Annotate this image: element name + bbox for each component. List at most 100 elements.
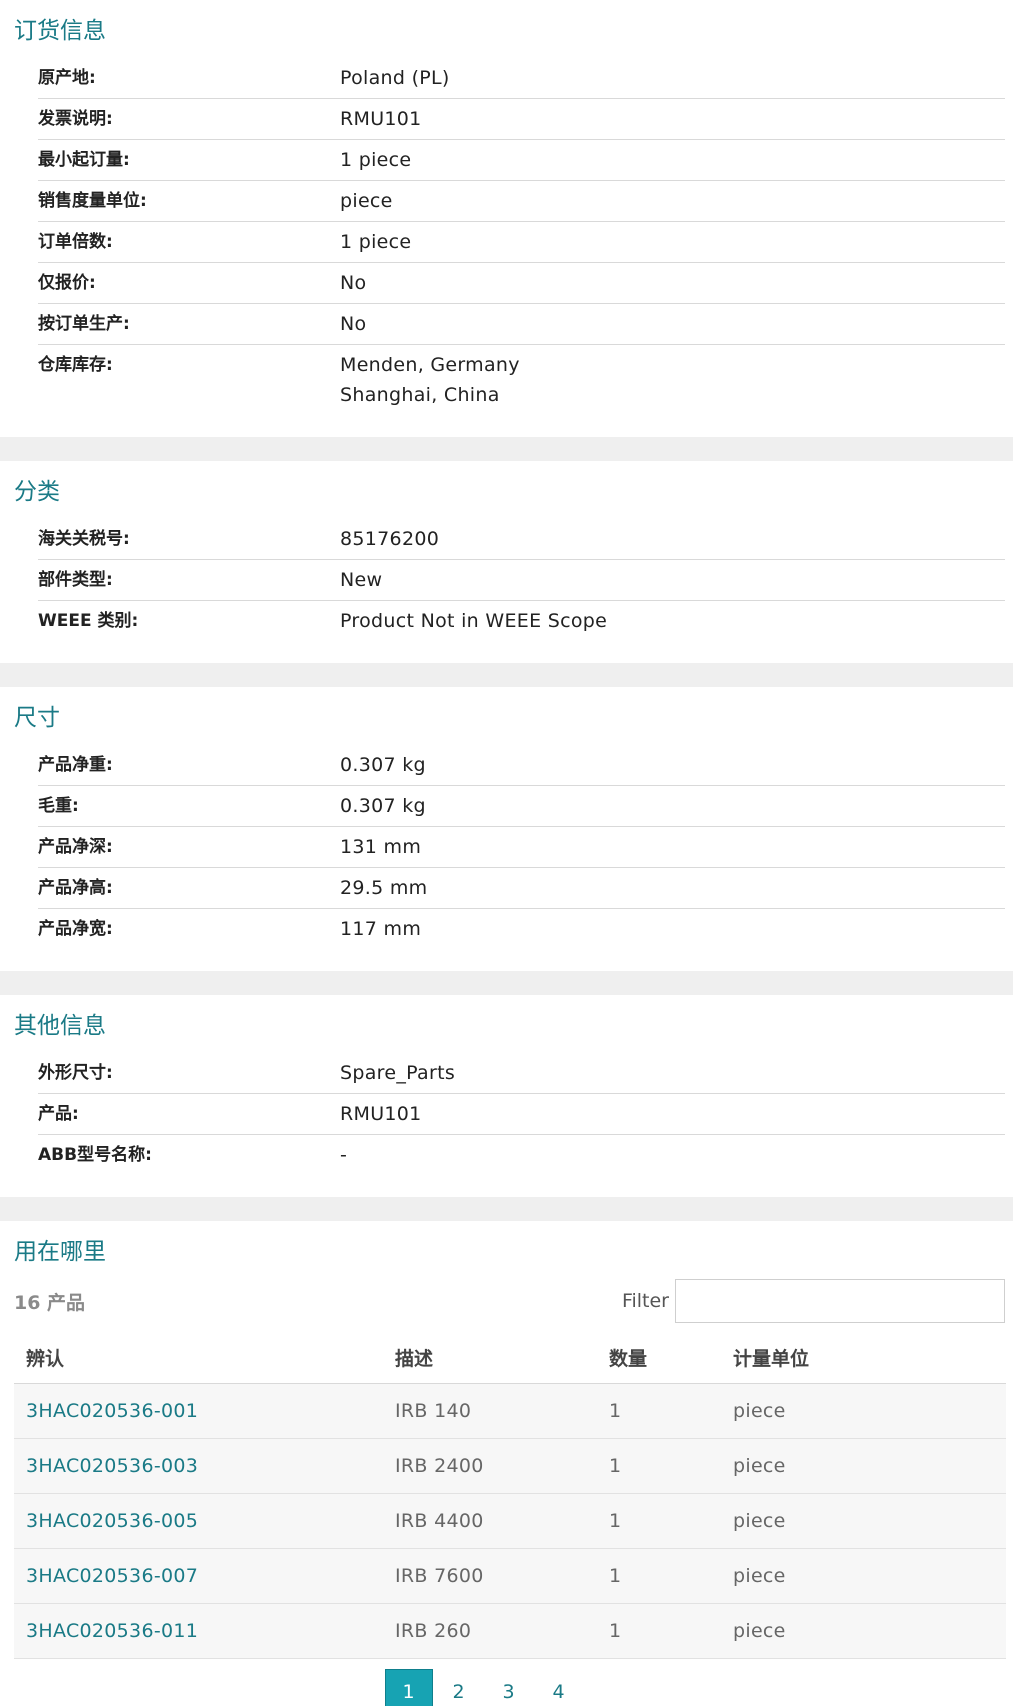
page-button-2[interactable]: 2 — [435, 1669, 483, 1706]
spec-value-line: Poland (PL) — [340, 67, 450, 89]
table-row: 3HAC020536-003 IRB 2400 1 piece — [14, 1438, 1006, 1494]
spec-value: New — [340, 568, 1005, 592]
spec-row: 产品净重: 0.307 kg — [38, 745, 1005, 786]
spec-value-line: RMU101 — [340, 108, 422, 130]
spec-label: 产品净宽: — [38, 919, 113, 939]
filter-label: Filter — [621, 1290, 669, 1312]
spec-value-line: Menden, Germany — [340, 354, 520, 376]
ordering-title: 订货信息 — [14, 18, 106, 44]
spec-value-line: - — [340, 1144, 348, 1166]
spec-row: 按订单生产: No — [38, 304, 1005, 345]
part-id-cell: 3HAC020536-003 — [14, 1438, 383, 1494]
product-count: 16 产品 — [14, 1291, 86, 1314]
filter-input[interactable] — [675, 1279, 1005, 1323]
part-id-link[interactable]: 3HAC020536-001 — [26, 1400, 198, 1422]
column-header-unit[interactable]: 计量单位 — [721, 1333, 1006, 1384]
other-info-title: 其他信息 — [14, 1013, 106, 1039]
spec-row: 产品净高: 29.5 mm — [38, 868, 1005, 909]
spec-label: 原产地: — [38, 68, 96, 88]
part-id-link[interactable]: 3HAC020536-003 — [26, 1455, 198, 1477]
spec-value: 117 mm — [340, 917, 1005, 941]
spec-row: 订单倍数: 1 piece — [38, 222, 1005, 263]
spec-row: 产品净宽: 117 mm — [38, 909, 1005, 949]
table-row: 3HAC020536-005 IRB 4400 1 piece — [14, 1493, 1006, 1549]
table-row: 3HAC020536-001 IRB 140 1 piece — [14, 1383, 1006, 1439]
spec-row: 部件类型: New — [38, 560, 1005, 601]
column-header-id[interactable]: 辨认 — [14, 1333, 383, 1384]
spec-value-line: Product Not in WEEE Scope — [340, 610, 608, 632]
spec-label: WEEE 类别: — [38, 611, 139, 631]
part-id-cell: 3HAC020536-001 — [14, 1383, 383, 1439]
page-button-4[interactable]: 4 — [535, 1669, 583, 1706]
classification-spec-list: 海关关税号: 85176200 部件类型: New WEEE 类别: Product No… — [14, 519, 1013, 641]
spec-label: 外形尺寸: — [38, 1063, 113, 1083]
spec-row: WEEE 类别: Product Not in WEEE Scope — [38, 601, 1005, 641]
where-used-table: 辨认 描述 数量 计量单位 3HAC020536-001 IRB 140 1 piec… — [14, 1333, 1006, 1659]
filter-group: Filter — [622, 1279, 1005, 1323]
table-row: 3HAC020536-011 IRB 260 1 piece — [14, 1603, 1006, 1659]
spec-value-line: 85176200 — [340, 528, 440, 550]
unit-cell: piece — [721, 1438, 1006, 1494]
table-body: 3HAC020536-001 IRB 140 1 piece 3HAC020536-00… — [14, 1383, 1006, 1659]
spec-value: Product Not in WEEE Scope — [340, 609, 1005, 633]
spec-row: 产品: RMU101 — [38, 1094, 1005, 1135]
other-info-spec-list: 外形尺寸: Spare_Parts 产品: RMU101 ABB型号名称: - — [14, 1053, 1013, 1175]
spec-value-line: RMU101 — [340, 1103, 422, 1125]
spec-label: 最小起订量: — [38, 150, 130, 170]
pagination: 1234 — [14, 1668, 1013, 1706]
spec-label: 部件类型: — [38, 570, 113, 590]
unit-cell: piece — [721, 1603, 1006, 1659]
spec-value: RMU101 — [340, 107, 1005, 131]
spec-row: ABB型号名称: - — [38, 1135, 1005, 1175]
column-header-quantity[interactable]: 数量 — [597, 1333, 721, 1384]
spec-value: 29.5 mm — [340, 876, 1005, 900]
spec-value: Poland (PL) — [340, 66, 1005, 90]
table-header-row: 辨认 描述 数量 计量单位 — [14, 1333, 1006, 1384]
unit-cell: piece — [721, 1493, 1006, 1549]
spec-label: 毛重: — [38, 796, 79, 816]
unit-cell: piece — [721, 1548, 1006, 1604]
column-header-description[interactable]: 描述 — [383, 1333, 597, 1384]
spec-value-line: 131 mm — [340, 836, 422, 858]
spec-label: 海关关税号: — [38, 529, 130, 549]
spec-value: Spare_Parts — [340, 1061, 1005, 1085]
spec-label: 销售度量单位: — [38, 191, 147, 211]
spec-row: 外形尺寸: Spare_Parts — [38, 1053, 1005, 1094]
spec-row: 仅报价: No — [38, 263, 1005, 304]
part-id-link[interactable]: 3HAC020536-011 — [26, 1620, 198, 1642]
spec-value-line: 117 mm — [340, 918, 422, 940]
spec-label: 订单倍数: — [38, 232, 113, 252]
spec-value: 0.307 kg — [340, 753, 1005, 777]
spec-value: - — [340, 1143, 1005, 1167]
classification-section: 分类 海关关税号: 85176200 部件类型: New WEEE 类别: Product… — [0, 461, 1013, 663]
where-used-title: 用在哪里 — [14, 1239, 106, 1265]
spec-value: No — [340, 271, 1005, 295]
part-id-link[interactable]: 3HAC020536-005 — [26, 1510, 198, 1532]
part-id-link[interactable]: 3HAC020536-007 — [26, 1565, 198, 1587]
page-button-1[interactable]: 1 — [384, 1668, 433, 1706]
quantity-cell: 1 — [597, 1438, 721, 1494]
spec-value: 1 piece — [340, 230, 1005, 254]
spec-label: ABB型号名称: — [38, 1145, 152, 1165]
spec-label: 产品净深: — [38, 837, 113, 857]
spec-label: 仓库库存: — [38, 355, 113, 375]
spec-value-line: No — [340, 272, 367, 294]
spec-value: 131 mm — [340, 835, 1005, 859]
section-divider — [0, 1197, 1013, 1221]
description-cell: IRB 260 — [383, 1603, 597, 1659]
spec-value: piece — [340, 189, 1005, 213]
product-details-page: 订货信息 原产地: Poland (PL) 发票说明: RMU101 最小起订量: 1 p… — [0, 0, 1013, 1706]
spec-label: 产品净重: — [38, 755, 113, 775]
spec-row: 发票说明: RMU101 — [38, 99, 1005, 140]
page-button-3[interactable]: 3 — [485, 1669, 533, 1706]
unit-cell: piece — [721, 1383, 1006, 1439]
spec-row: 原产地: Poland (PL) — [38, 58, 1005, 99]
spec-row: 仓库库存: Menden, Germany Shanghai, China — [38, 345, 1005, 415]
ordering-spec-list: 原产地: Poland (PL) 发票说明: RMU101 最小起订量: 1 piece 销… — [14, 58, 1013, 415]
quantity-cell: 1 — [597, 1548, 721, 1604]
spec-value: Menden, Germany Shanghai, China — [340, 353, 1005, 407]
ordering-section: 订货信息 原产地: Poland (PL) 发票说明: RMU101 最小起订量: 1 p… — [0, 0, 1013, 437]
spec-row: 销售度量单位: piece — [38, 181, 1005, 222]
spec-row: 海关关税号: 85176200 — [38, 519, 1005, 560]
spec-row: 产品净深: 131 mm — [38, 827, 1005, 868]
